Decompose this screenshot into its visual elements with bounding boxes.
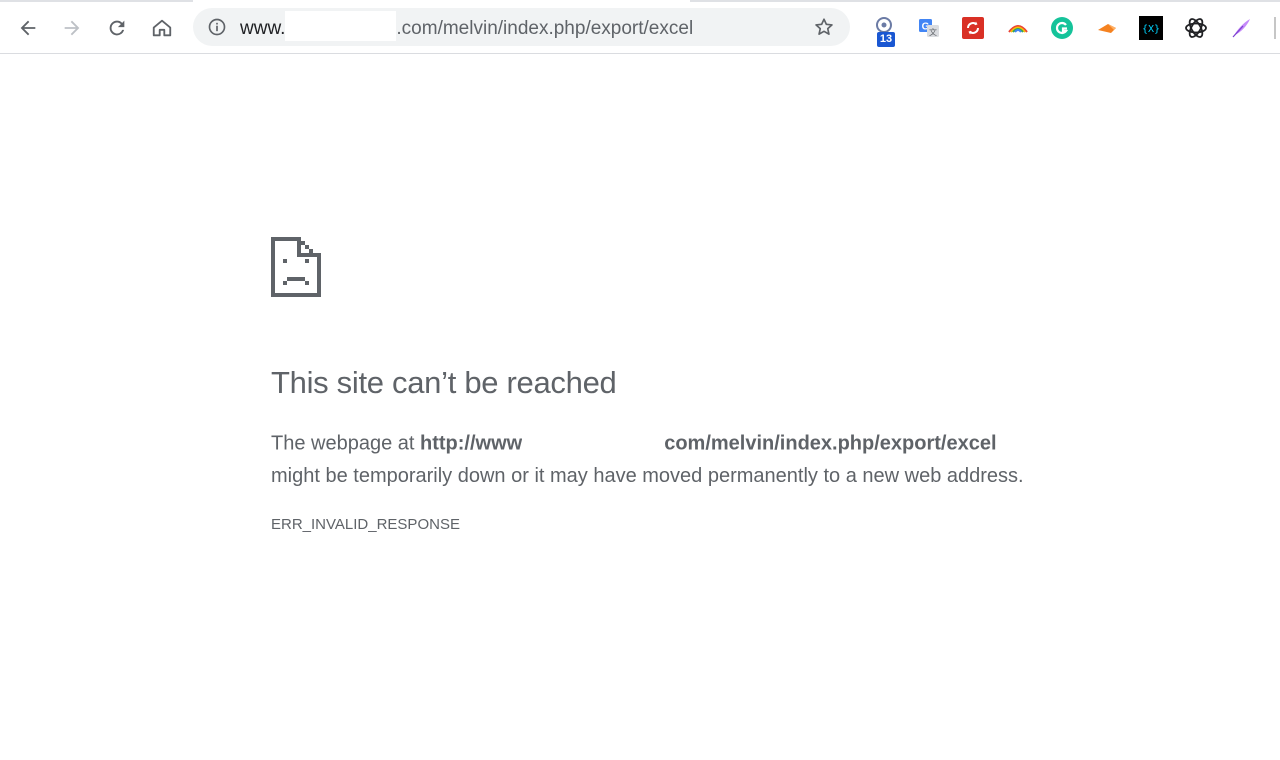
sync-extension-button[interactable]: [961, 16, 985, 40]
quill-button[interactable]: [1229, 16, 1253, 40]
back-button[interactable]: [11, 11, 45, 45]
error-code: ERR_INVALID_RESPONSE: [271, 516, 460, 533]
openai-icon: [1185, 18, 1207, 38]
svg-text:文: 文: [929, 27, 937, 37]
error-url-start: http://www: [420, 432, 523, 455]
json-viewer-button[interactable]: {X}: [1139, 16, 1163, 40]
url-path: .com/melvin/index.php/export/excel: [396, 18, 694, 40]
info-icon[interactable]: [207, 17, 227, 37]
json-viewer-icon: {X}: [1139, 16, 1163, 40]
redacted-domain: [522, 430, 665, 458]
browser-toolbar: www. .com/melvin/index.php/export/excel 1…: [0, 0, 1280, 54]
grammarly-button[interactable]: [1050, 16, 1074, 40]
openai-button[interactable]: [1184, 16, 1208, 40]
forward-button[interactable]: [55, 11, 89, 45]
svg-text:{X}: {X}: [1142, 24, 1160, 35]
star-icon[interactable]: [813, 16, 835, 38]
error-message-prefix: The webpage at: [271, 432, 420, 455]
tab-strip-edge: [690, 0, 1280, 2]
sad-document-icon: [271, 237, 321, 297]
home-button[interactable]: [145, 11, 179, 45]
google-translate-button[interactable]: G 文: [917, 16, 941, 40]
forward-arrow-icon: [64, 20, 80, 36]
rainbow-arc-extension-icon: [1008, 25, 1028, 33]
redacted-domain: [285, 11, 397, 41]
orange-shape-extension-icon: [1098, 24, 1116, 33]
error-message-line-2: might be temporarily down or it may have…: [271, 465, 1024, 487]
rainbow-arc-extension-button[interactable]: [1006, 16, 1030, 40]
reload-button[interactable]: [100, 11, 134, 45]
url-host-prefix: www.: [240, 18, 286, 40]
address-bar[interactable]: www. .com/melvin/index.php/export/excel: [193, 8, 850, 46]
notification-count-badge: 13: [877, 32, 895, 47]
url-text[interactable]: www. .com/melvin/index.php/export/excel: [240, 11, 694, 41]
back-arrow-icon: [20, 20, 36, 36]
home-icon: [152, 19, 172, 37]
notification-extension-button[interactable]: 13: [872, 16, 896, 47]
orange-shape-extension-button[interactable]: [1095, 16, 1119, 40]
error-message-line-1: The webpage at http://www com/melvin/inde…: [271, 430, 997, 458]
grammarly-icon: [1051, 17, 1073, 39]
quill-icon: [1232, 19, 1250, 38]
error-title: This site can’t be reached: [271, 365, 617, 400]
reload-icon: [109, 20, 125, 36]
sync-extension-icon: [962, 17, 984, 39]
tab-strip-edge: [0, 0, 193, 2]
toolbar-divider: [1274, 17, 1276, 39]
error-url-end: com/melvin/index.php/export/excel: [664, 432, 997, 455]
google-translate-icon: G 文: [919, 19, 939, 37]
